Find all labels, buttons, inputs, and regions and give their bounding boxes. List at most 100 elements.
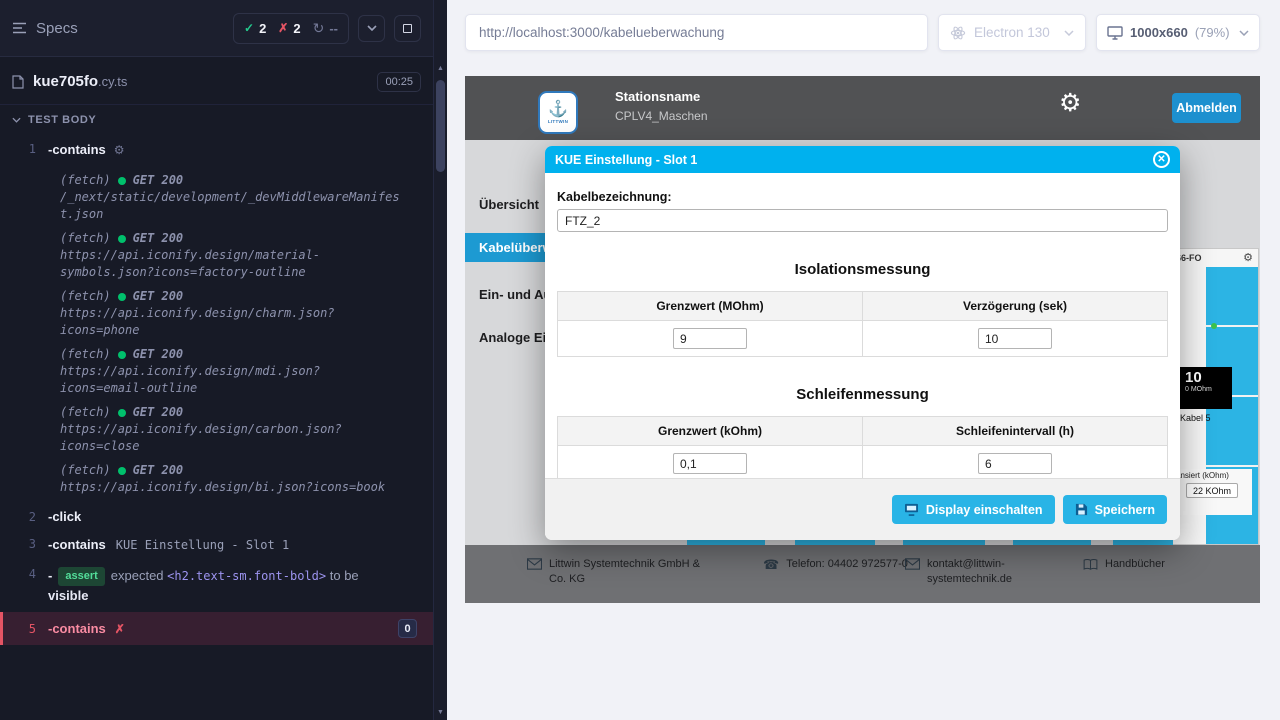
isolation-grenzwert-input[interactable] xyxy=(673,328,747,349)
stat-passed[interactable]: ✓2 xyxy=(244,21,266,36)
command-contains-1[interactable]: 1 -contains⚙ xyxy=(0,135,433,165)
footer-phone: ☎ Telefon: 04402 972577-0 xyxy=(763,557,924,572)
fetch-status: GET 200 xyxy=(133,346,184,363)
station-info: Stationsname CPLV4_Maschen xyxy=(615,89,708,123)
fetch-url: https://api.iconify.design/carbon.json?i… xyxy=(60,421,401,455)
footer-email[interactable]: kontakt@littwin-systemtechnik.de xyxy=(905,557,1031,587)
loop-col-intervall: Schleifenintervall (h) xyxy=(863,417,1168,446)
scroll-up-arrow[interactable]: ▲ xyxy=(434,60,447,76)
fetch-status: GET 200 xyxy=(133,230,184,247)
assert-badge: assert xyxy=(58,567,104,586)
error-x-icon: ✗ xyxy=(115,622,125,636)
command-number: 5 xyxy=(3,621,48,636)
viewport-selector[interactable]: 1000x660 (79%) xyxy=(1096,14,1260,51)
nav-item-uebersicht[interactable]: Übersicht xyxy=(479,197,539,212)
network-log-entry[interactable]: (fetch)GET 200 /_next/static/development… xyxy=(60,172,401,223)
fetch-url: /_next/static/development/_devMiddleware… xyxy=(60,189,401,223)
command-contains-2[interactable]: 3 -containsKUE Einstellung - Slot 1 xyxy=(0,530,433,560)
viewport-zoom: (79%) xyxy=(1195,25,1230,40)
scrollbar-thumb[interactable] xyxy=(436,80,445,172)
network-log-entry[interactable]: (fetch)GET 200 https://api.iconify.desig… xyxy=(60,288,401,339)
settings-gear-icon[interactable]: ⚙ xyxy=(1059,88,1081,118)
command-argument: KUE Einstellung - Slot 1 xyxy=(116,538,289,552)
isolation-table: Grenzwert (MOhm) Verzögerung (sek) xyxy=(557,291,1168,357)
display-on-button[interactable]: Display einschalten xyxy=(892,495,1055,524)
app-header xyxy=(465,76,1260,140)
reporter-header: Specs ✓2 ✗2 ↻-- xyxy=(0,0,433,57)
stat-failed[interactable]: ✗2 xyxy=(278,21,300,36)
phone-icon: ☎ xyxy=(763,558,779,571)
monitor-icon xyxy=(1107,26,1123,40)
loop-section-title: Schleifenmessung xyxy=(557,386,1168,403)
collapse-button[interactable] xyxy=(358,15,385,42)
specs-list-icon xyxy=(12,22,27,34)
fetch-url: https://api.iconify.design/charm.json?ic… xyxy=(60,305,401,339)
stop-icon xyxy=(403,24,412,33)
assert-word: expected xyxy=(111,568,164,583)
loop-col-grenzwert: Grenzwert (kOhm) xyxy=(558,417,863,446)
nav-item-analoge-eingaenge[interactable]: Analoge Ei xyxy=(479,330,546,345)
specs-menu-button[interactable]: Specs xyxy=(12,20,78,37)
fetch-label: (fetch) xyxy=(60,172,111,189)
command-method: -click xyxy=(48,509,81,524)
aut-frame: ⚓ LITTWIN Stationsname CPLV4_Maschen ⚙ A… xyxy=(465,76,1260,603)
network-log-entry[interactable]: (fetch)GET 200 https://api.iconify.desig… xyxy=(60,462,401,496)
spec-name: kue705fo xyxy=(33,73,98,90)
scrollbar-track[interactable] xyxy=(434,76,447,704)
url-input[interactable] xyxy=(479,25,914,40)
fetch-status: GET 200 xyxy=(133,404,184,421)
stop-button[interactable] xyxy=(394,15,421,42)
status-dot-icon xyxy=(118,235,126,243)
cable-name-input[interactable] xyxy=(557,209,1168,232)
mail-icon xyxy=(527,558,542,570)
viewport-size: 1000x660 xyxy=(1130,25,1188,40)
isolation-verzoegerung-input[interactable] xyxy=(978,328,1052,349)
command-click[interactable]: 2 -click xyxy=(0,503,433,530)
electron-icon xyxy=(950,25,966,41)
stat-pending[interactable]: ↻-- xyxy=(313,20,338,37)
test-body-section-toggle[interactable]: TEST BODY xyxy=(0,105,433,135)
network-log-entry[interactable]: (fetch)GET 200 https://api.iconify.desig… xyxy=(60,346,401,397)
cable-name-label: Kabelbezeichnung: xyxy=(557,190,1168,204)
modal-footer: Display einschalten Speichern xyxy=(545,478,1180,540)
command-assert[interactable]: 4 -assertexpected <h2.text-sm.font-bold>… xyxy=(0,560,433,612)
assert-word: visible xyxy=(48,588,88,603)
loop-grenzwert-input[interactable] xyxy=(673,453,747,474)
fetch-url: https://api.iconify.design/material-symb… xyxy=(60,247,401,281)
footer-manuals[interactable]: Handbücher xyxy=(1083,557,1165,572)
logout-button[interactable]: Abmelden xyxy=(1172,93,1241,123)
nav-item-ein-und-ausgaenge[interactable]: Ein- und Au xyxy=(479,287,551,302)
stage-area: Electron 130 1000x660 (79%) ⚓ LITTWIN St… xyxy=(447,0,1280,720)
spec-extension: .cy.ts xyxy=(98,74,127,89)
status-led-icon xyxy=(1211,323,1217,329)
reporter-scrollbar[interactable]: ▲ ▼ xyxy=(433,0,447,720)
loop-intervall-input[interactable] xyxy=(978,453,1052,474)
command-method: -contains xyxy=(48,621,106,636)
littwin-logo: ⚓ LITTWIN xyxy=(538,91,578,134)
save-floppy-icon xyxy=(1075,503,1088,516)
network-log-entry[interactable]: (fetch) GET 200 https://api.iconify.desig… xyxy=(60,404,401,455)
close-icon[interactable]: ✕ xyxy=(1153,151,1170,168)
network-log-entry[interactable]: (fetch)GET 200 https://api.iconify.desig… xyxy=(60,230,401,281)
command-number: 2 xyxy=(0,509,48,524)
command-method: -contains xyxy=(48,537,106,552)
phone-text: Telefon: 04402 972577-0 xyxy=(786,557,924,572)
isolation-section-title: Isolationsmessung xyxy=(557,261,1168,278)
fetch-label: (fetch) xyxy=(60,404,111,421)
slot-gear-icon[interactable]: ⚙ xyxy=(1243,251,1253,264)
chevron-down-icon xyxy=(1239,30,1249,36)
spec-file-row[interactable]: kue705fo.cy.ts 00:25 xyxy=(0,57,433,105)
command-contains-failed[interactable]: 5 -contains ✗ 0 xyxy=(0,612,433,645)
modal-title: KUE Einstellung - Slot 1 xyxy=(555,153,697,167)
save-button[interactable]: Speichern xyxy=(1063,495,1167,524)
fetch-url: https://api.iconify.design/mdi.json?icon… xyxy=(60,363,401,397)
retry-count-badge: 0 xyxy=(398,619,417,638)
nav-item-kabelueberwachung[interactable]: Kabelüberw xyxy=(465,233,557,262)
anchor-icon: ⚓ xyxy=(548,102,568,118)
app-footer: Littwin Systemtechnik GmbH & Co. KG ☎ Te… xyxy=(465,545,1260,603)
browser-selector[interactable]: Electron 130 xyxy=(938,14,1086,51)
status-dot-icon xyxy=(118,409,126,417)
fetch-status: GET 200 xyxy=(133,462,184,479)
kue-settings-modal: KUE Einstellung - Slot 1 ✕ Kabelbezeichn… xyxy=(545,146,1180,540)
scroll-down-arrow[interactable]: ▼ xyxy=(434,704,447,720)
